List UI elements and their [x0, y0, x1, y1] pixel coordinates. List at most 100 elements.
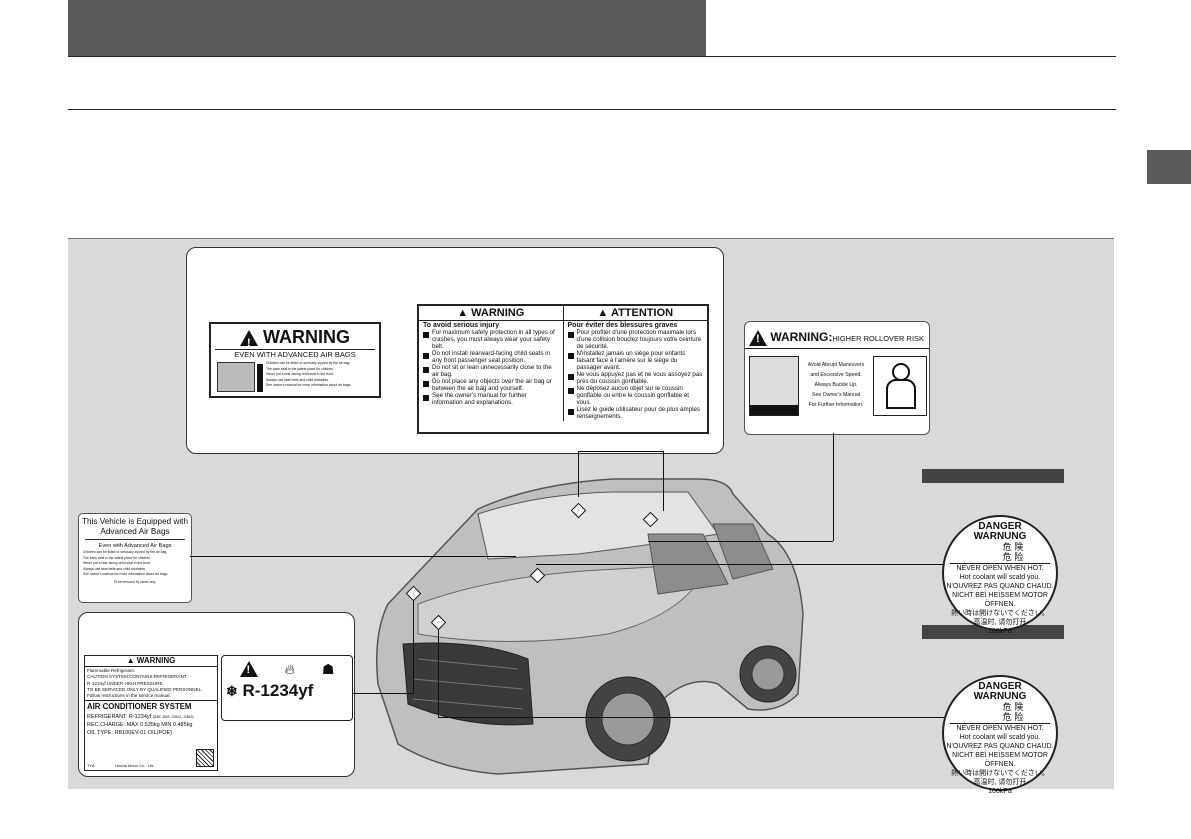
airbag-labels-callout: WARNING EVEN WITH ADVANCED AIR BAGS Chil… [186, 247, 724, 454]
rollover-line: For Further Information. [808, 402, 864, 408]
warning-subtitle: EVEN WITH ADVANCED AIR BAGS [215, 349, 375, 359]
leader-line [578, 451, 663, 452]
french-heading: Pour éviter des blessures graves [567, 322, 678, 329]
cap-line: 108kPa [988, 788, 1012, 795]
leader-line [190, 556, 516, 557]
rollover-warning-label: WARNING:HIGHER ROLLOVER RISK Avoid Abrup… [744, 321, 930, 435]
label-subtitle: Even with Advanced Air Bags [98, 543, 172, 549]
leader-line [438, 717, 944, 718]
ac-warning-line: Follow instructions in the service manua… [87, 693, 171, 699]
ac-refrigerant-note: (SAE J639, J2842, J2843) [152, 715, 194, 720]
list-item: N'installez jamais un siège pour enfants… [567, 350, 704, 371]
warning-triangle-icon [239, 330, 258, 353]
list-item: Ne déposez aucun objet sur le coussin go… [567, 385, 704, 406]
sun-visor-warning-heading: ▲ WARNING [419, 306, 564, 320]
label-footer: To be removed by owner only. [113, 579, 157, 584]
attention-title: ATTENTION [610, 307, 674, 319]
leader-line [353, 693, 414, 694]
ac-warning-lines: Flammable Refrigerant. CAUTION SYSTEM CO… [85, 667, 217, 702]
cap-line: NICHT BEI HEISSEM MOTOR ÖFFNEN. [952, 592, 1048, 608]
chapter-side-tab[interactable] [1147, 150, 1191, 184]
cap-line: NEVER OPEN WHEN HOT. [956, 725, 1044, 732]
leader-line [648, 541, 833, 542]
rollover-instructions: Avoid Abrupt Maneuvers and Excessive Spe… [801, 360, 871, 410]
japanese-danger: 危 険 [1002, 702, 1024, 712]
list-item: See the owner's manual for further infor… [423, 392, 559, 406]
leader-line [438, 623, 439, 717]
flame-icon: 🔥︎ [284, 661, 295, 677]
seat-belt-icon [873, 356, 927, 416]
cap-line: 熱い時は開けないでください。 [951, 770, 1049, 777]
ac-refrigerant: REFRIGERANT: R-1234yf [87, 714, 152, 721]
label-title: Advanced Air Bags [100, 527, 170, 536]
section-rule [68, 109, 1116, 110]
vehicle-rollover-icon [749, 356, 799, 416]
radiator-cap-danger-label: DANGER WARNUNG 危 険 危 险 NEVER OPEN WHEN H… [942, 675, 1058, 795]
english-items: For maximum safety protection in all typ… [423, 329, 559, 406]
cap-line: N'OUVREZ PAS QUAND CHAUD. [946, 743, 1054, 750]
cap-line: Hot coolant will scald you. [959, 574, 1041, 581]
ac-labels-callout: ▲ WARNING Flammable Refrigerant. CAUTION… [78, 612, 355, 777]
ac-maker: Honda Motor Co., Ltd. [115, 763, 155, 768]
leader-line [663, 451, 664, 511]
rollover-line: See Owner's Manual [812, 392, 860, 398]
rollover-line: and Excessive Speed. [810, 372, 862, 378]
warning-item: See owner's manual for more information … [257, 383, 375, 392]
radiator-cap-danger-label: DANGER WARNUNG 危 険 危 险 NEVER OPEN WHEN H… [942, 515, 1058, 635]
english-heading: To avoid serious injury [423, 322, 500, 329]
leader-line [833, 433, 834, 541]
service-manual-icon: ☗ [321, 661, 335, 677]
list-item: Ne vous appuyez pas et ne vous assoyez p… [567, 371, 704, 385]
cap-line: 熱い時は開けないでください。 [951, 610, 1049, 617]
list-item: Lisez le guide utilisateur pour de plus … [567, 406, 704, 420]
cap-line: NICHT BEI HEISSEM MOTOR ÖFFNEN. [952, 752, 1048, 768]
ac-warning-label: ▲ WARNING Flammable Refrigerant. CAUTION… [84, 655, 218, 771]
list-item: Do not sit or lean unnecessarily close t… [423, 364, 559, 378]
refrigerant-badge-text: R-1234yf [242, 681, 314, 700]
warning-title: WARNING [471, 307, 525, 319]
label-locations-illustration: WARNING EVEN WITH ADVANCED AIR BAGS Chil… [68, 238, 1114, 795]
sun-visor-label: ▲ WARNING ▲ ATTENTION To avoid serious i… [417, 304, 709, 434]
list-item: Do not install rearward-facing child sea… [423, 350, 559, 364]
refrigerant-badge-label: 🔥︎ ☗ ❄ R-1234yf [221, 655, 353, 721]
ac-oil-type: OIL TYPE: RB100EV-01 OIL(POE) [87, 730, 172, 737]
cap-line: NEVER OPEN WHEN HOT. [956, 565, 1044, 572]
advanced-airbag-label: This Vehicle is Equipped with Advanced A… [78, 513, 192, 603]
ac-system-title: AIR CONDITIONER SYSTEM [87, 702, 192, 712]
rollover-line: Avoid Abrupt Maneuvers [807, 362, 865, 368]
ac-charge: REC.CHARGE: MAX 0.535kg MIN 0.485kg [87, 722, 193, 729]
rollover-title-suffix: HIGHER ROLLOVER RISK [832, 334, 925, 344]
warning-items: Children can be killed or seriously inju… [257, 361, 375, 392]
french-items: Pour profiter d'une protection maximale … [567, 329, 704, 420]
header-rule [68, 56, 1116, 57]
cap-line: N'OUVREZ PAS QUAND CHAUD. [946, 583, 1054, 590]
label-lines: Children can be killed or seriously inju… [79, 550, 191, 578]
label-title: This Vehicle is Equipped with [81, 517, 189, 526]
chapter-header-bar [68, 0, 706, 56]
warnung-heading: WARNUNG [973, 531, 1027, 542]
warning-triangle-icon [749, 330, 767, 346]
leader-line [536, 564, 944, 565]
recycle-mark-icon [196, 749, 214, 767]
child-seat-airbag-icon [217, 362, 255, 392]
warning-title: WARNING [263, 327, 350, 347]
snowflake-icon: ❄ [226, 683, 238, 699]
cap-line: 高温时, 请勿打开 [973, 779, 1027, 786]
airbag-warning-label: WARNING EVEN WITH ADVANCED AIR BAGS Chil… [209, 322, 381, 398]
leader-line [413, 593, 414, 693]
warning-triangle-icon [239, 661, 258, 677]
list-item: Do not place any objects over the air ba… [423, 378, 559, 392]
warning-title: WARNING [136, 656, 176, 665]
warnung-heading: WARNUNG [973, 691, 1027, 702]
cap-line: 高温时, 请勿打开 [973, 619, 1027, 626]
cap-line: 108kPa [988, 628, 1012, 635]
list-item: Pour profiter d'une protection maximale … [567, 329, 704, 350]
rollover-line: Always Buckle Up. [814, 382, 858, 388]
cap-line: Hot coolant will scald you. [959, 734, 1041, 741]
sun-visor-attention-heading: ▲ ATTENTION [597, 307, 674, 319]
chinese-danger: 危 险 [1002, 712, 1024, 722]
ac-maker-code: TYA [87, 763, 95, 768]
list-item: For maximum safety protection in all typ… [423, 329, 559, 350]
english-column: To avoid serious injury For maximum safe… [419, 321, 564, 421]
rollover-title: WARNING: [770, 330, 833, 345]
